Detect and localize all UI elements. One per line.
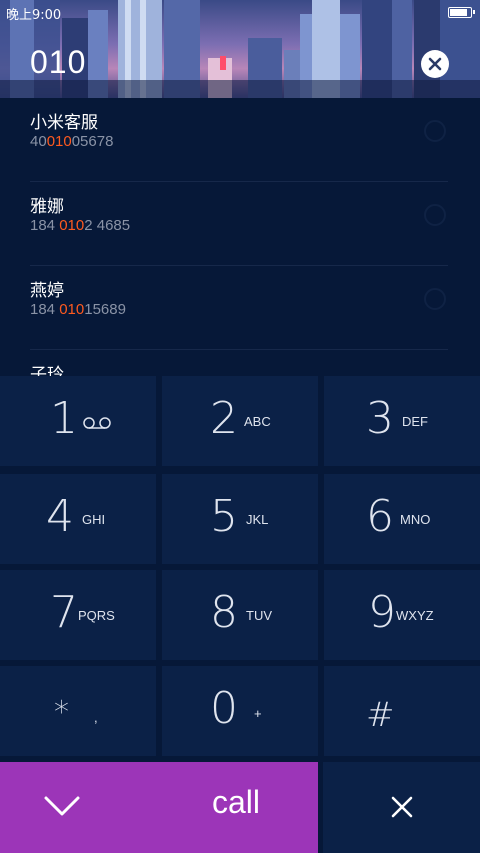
clear-input-button[interactable] bbox=[421, 50, 449, 78]
dialed-number-display[interactable]: 010 bbox=[30, 44, 86, 81]
key-6[interactable]: 6 MNO bbox=[324, 474, 480, 564]
key-letters: JKL bbox=[246, 512, 269, 527]
key-digit: 3 bbox=[366, 393, 394, 444]
contact-detail-icon[interactable] bbox=[424, 120, 446, 142]
key-digit: 7 bbox=[50, 587, 78, 638]
contact-name: 雅娜 bbox=[30, 197, 64, 217]
status-bar: 晚上9:00 bbox=[0, 0, 480, 26]
key-letters: MNO bbox=[400, 512, 431, 527]
key-digit: # bbox=[366, 695, 395, 735]
key-letters: TUV bbox=[246, 608, 272, 623]
chevron-down-icon[interactable] bbox=[42, 792, 82, 822]
key-digit: * bbox=[54, 695, 69, 730]
contact-result-item[interactable]: 小米客服 4001005678 bbox=[30, 98, 448, 182]
contact-name: 燕婷 bbox=[30, 281, 64, 301]
key-digit: 2 bbox=[210, 393, 238, 444]
key-8[interactable]: 8 TUV bbox=[162, 570, 318, 660]
key-letters: , bbox=[94, 710, 98, 725]
key-digit: 9 bbox=[368, 587, 396, 638]
key-7[interactable]: 7 PQRS bbox=[0, 570, 156, 660]
contact-name: 小米客服 bbox=[30, 113, 98, 133]
key-5[interactable]: 5 JKL bbox=[162, 474, 318, 564]
key-4[interactable]: 4 GHI bbox=[0, 474, 156, 564]
key-digit: 6 bbox=[366, 491, 394, 542]
key-letters: GHI bbox=[82, 512, 106, 527]
contact-detail-icon[interactable] bbox=[424, 204, 446, 226]
contact-results-list[interactable]: 小米客服 4001005678 雅娜 184 0102 4685 燕婷 184 … bbox=[0, 98, 480, 376]
contact-number: 184 0102 4685 bbox=[30, 217, 131, 234]
header: 晚上9:00 010 bbox=[0, 0, 480, 98]
key-letters: ABC bbox=[244, 414, 271, 429]
call-label: call bbox=[212, 784, 261, 820]
key-9[interactable]: 9 WXYZ bbox=[324, 570, 480, 660]
key-1[interactable]: 1 bbox=[0, 376, 156, 466]
close-icon bbox=[428, 57, 442, 71]
key-letters: + bbox=[254, 706, 262, 721]
key-3[interactable]: 3 DEF bbox=[324, 376, 480, 466]
contact-result-item[interactable]: 雅娜 184 0102 4685 bbox=[30, 182, 448, 266]
key-digit: 0 bbox=[210, 683, 238, 734]
battery-icon bbox=[448, 7, 475, 18]
dial-keypad: 1 2 ABC 3 DEF 4 GHI 5 JKL 6 MNO 7 PQRS 8… bbox=[0, 376, 480, 762]
key-star[interactable]: * , bbox=[0, 666, 156, 756]
contact-result-item[interactable]: 燕婷 184 01015689 bbox=[30, 266, 448, 350]
contact-number: 184 01015689 bbox=[30, 301, 126, 318]
status-time: 晚上9:00 bbox=[6, 8, 62, 23]
key-digit: 4 bbox=[46, 491, 74, 542]
close-icon bbox=[391, 796, 413, 818]
key-0[interactable]: 0 + bbox=[162, 666, 318, 756]
key-letters: DEF bbox=[402, 414, 428, 429]
key-digit: 5 bbox=[210, 491, 238, 542]
delete-digit-button[interactable] bbox=[323, 762, 480, 853]
key-hash[interactable]: # bbox=[324, 666, 480, 756]
contact-detail-icon[interactable] bbox=[424, 288, 446, 310]
contact-result-item[interactable]: 子玲 bbox=[30, 350, 448, 376]
key-2[interactable]: 2 ABC bbox=[162, 376, 318, 466]
contact-name: 子玲 bbox=[30, 365, 64, 376]
key-letters: WXYZ bbox=[396, 608, 434, 623]
key-digit: 1 bbox=[50, 393, 78, 444]
voicemail-icon bbox=[83, 417, 111, 429]
key-digit: 8 bbox=[210, 587, 238, 638]
contact-number: 4001005678 bbox=[30, 133, 114, 150]
call-button[interactable]: call bbox=[0, 762, 318, 853]
key-letters: PQRS bbox=[78, 608, 115, 623]
